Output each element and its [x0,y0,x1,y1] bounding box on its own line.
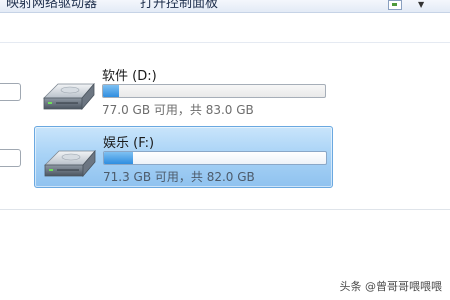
hard-drive-icon [43,82,95,111]
drive-tile-d[interactable]: 软件 (D:) 77.0 GB 可用，共 83.0 GB [34,60,331,120]
chevron-down-icon[interactable]: ▼ [418,0,424,9]
drive-free-space: 77.0 GB 可用，共 83.0 GB [102,103,254,117]
drive-capacity-bar-partial[interactable] [0,149,21,167]
hard-drive-icon [44,149,96,178]
drive-tile-f[interactable]: 娱乐 (F:) 71.3 GB 可用，共 82.0 GB [34,126,333,188]
toolbar: 映射网络驱动器 打开控制面板 ▼ [0,0,450,13]
drive-label: 软件 (D:) [102,69,157,84]
section-divider [0,42,450,43]
watermark-text: 头条 @曾哥哥喂喂喂 [339,280,443,293]
explorer-window: 映射网络驱动器 打开控制面板 ▼ 软件 (D:) 77.0 GB 可用，共 83… [0,0,450,300]
map-network-drive-button[interactable]: 映射网络驱动器 [6,0,97,11]
drive-label: 娱乐 (F:) [103,136,155,151]
drive-capacity-bar [103,151,327,165]
capacity-fill [103,85,119,97]
drive-capacity-bar [102,84,326,98]
drive-capacity-bar-partial[interactable] [0,83,21,101]
capacity-fill [104,152,133,164]
view-options-icon[interactable] [388,0,402,10]
open-control-panel-button[interactable]: 打开控制面板 [140,0,218,11]
drive-free-space: 71.3 GB 可用，共 82.0 GB [103,170,255,184]
section-divider [0,209,450,210]
